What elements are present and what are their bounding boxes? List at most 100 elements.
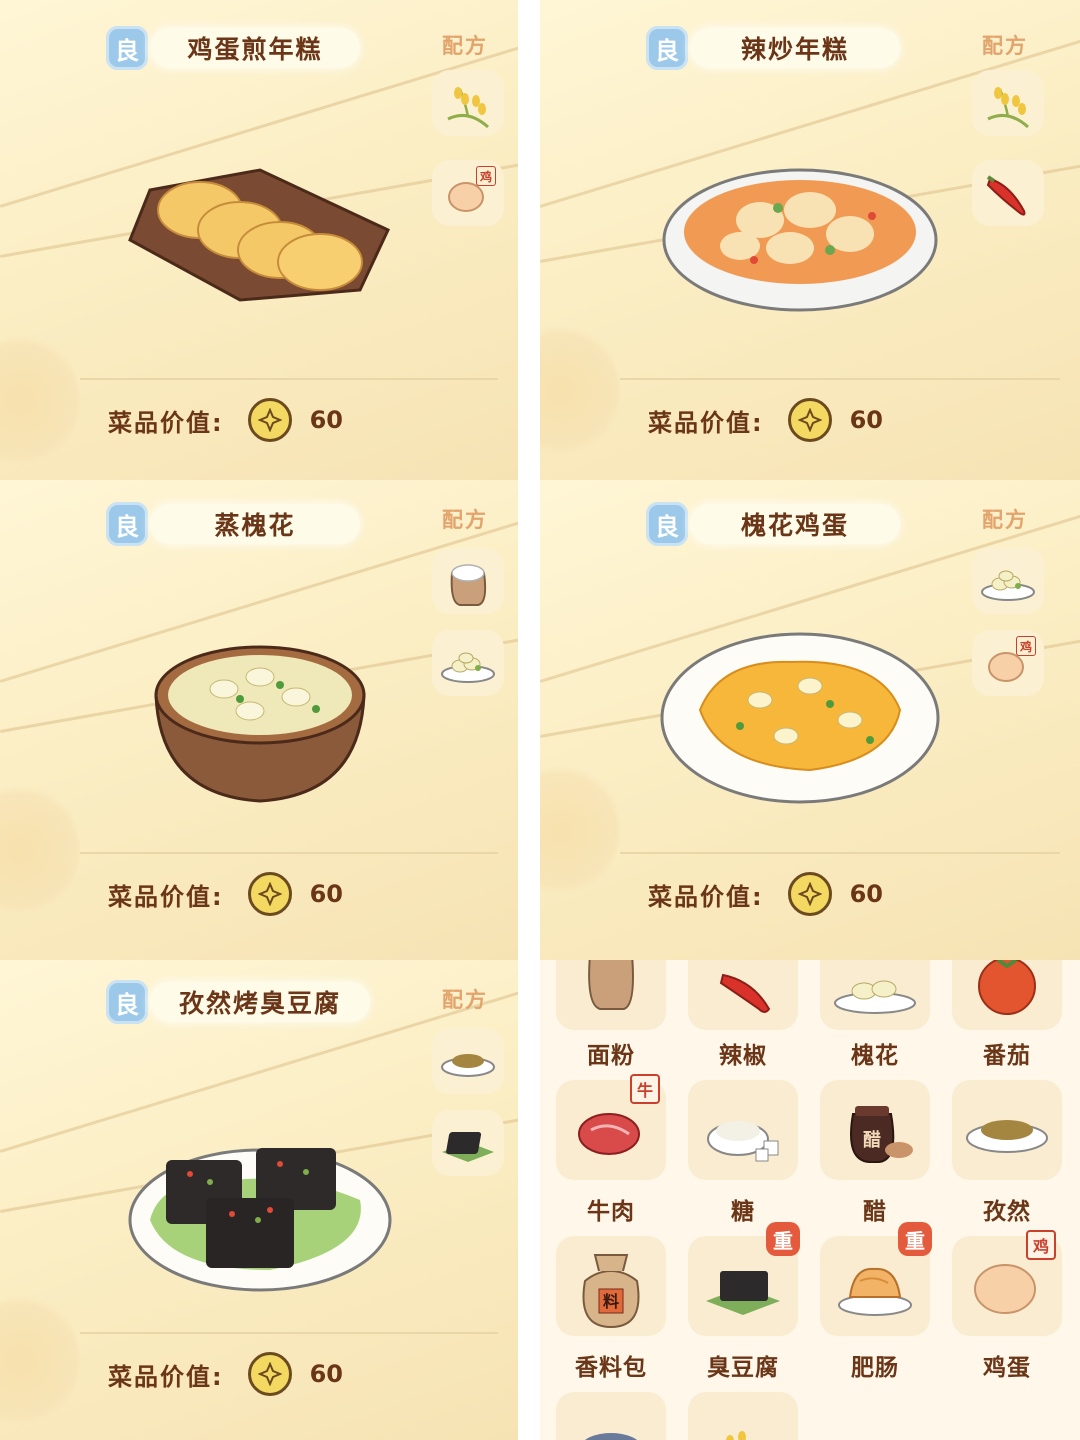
- background-sunlight: [0, 780, 80, 920]
- ingredient-cell-partial[interactable]: [688, 1392, 798, 1440]
- rice-stalk-icon: [447, 87, 490, 129]
- coin-icon: [247, 398, 292, 442]
- ingredient-cell-sugar[interactable]: [688, 1080, 798, 1180]
- ingredient-slot[interactable]: [972, 160, 1044, 226]
- ingredient-label: 槐花: [851, 1043, 899, 1069]
- pork-intestine-icon: [838, 1267, 912, 1316]
- vinegar-jar-label: 醋: [863, 1129, 881, 1151]
- dish-value: 60: [309, 880, 344, 908]
- dish-title: 孜然烤臭豆腐: [150, 982, 370, 1022]
- background-sunlight: [540, 760, 620, 900]
- ingredient-cell-pork-intestine[interactable]: 重: [820, 1222, 932, 1336]
- dish-value-row: 菜品价值: 60: [108, 872, 343, 916]
- dish-value-row: 菜品价值: 60: [108, 398, 343, 442]
- ingredient-grid: 面粉 辣椒 槐花 番茄 牛 牛肉 糖 醋 醋 孜然 料 香料包 重 臭豆腐 重 …: [540, 960, 1080, 1440]
- rice-stalk-icon: [987, 87, 1030, 129]
- cumin-icon: [966, 1120, 1048, 1153]
- dish-title: 蒸槐花: [150, 504, 360, 544]
- beef-tag: 牛: [630, 1074, 660, 1104]
- ingredient-cell-partial[interactable]: [556, 1392, 666, 1440]
- dish-title: 鸡蛋煎年糕: [150, 28, 360, 68]
- ingredient-label: 糖: [731, 1199, 755, 1225]
- spice-bag-icon: 料: [582, 1254, 640, 1329]
- divider: [80, 1332, 498, 1334]
- value-label: 菜品价值:: [648, 408, 764, 437]
- ingredient-slot[interactable]: 鸡: [972, 630, 1044, 696]
- coin-icon: [247, 872, 292, 916]
- dish-value-row: 菜品价值: 60: [648, 872, 883, 916]
- spice-bag-label: 料: [603, 1292, 619, 1311]
- sugar-icon: [707, 1121, 779, 1162]
- dish-image-cumin-stinky-tofu: [128, 1148, 392, 1292]
- background-sunlight: [540, 320, 620, 460]
- divider: [620, 852, 1060, 854]
- dish-card-spicy-rice-cake: 良 辣炒年糕 配方 菜品价值: 60: [540, 0, 1080, 480]
- flour-sack-icon: [450, 564, 487, 606]
- ingredient-cell-vinegar[interactable]: 醋: [820, 1080, 930, 1180]
- value-label: 菜品价值:: [648, 882, 764, 911]
- flour-sack-icon: [588, 960, 634, 1010]
- chicken-tag: 鸡: [1026, 1230, 1056, 1260]
- ingredient-label: 醋: [863, 1199, 887, 1225]
- ingredient-cell-chili[interactable]: [688, 960, 798, 1030]
- bowl-partial-icon: [585, 1433, 637, 1440]
- heavy-tag: 重: [898, 1222, 932, 1256]
- dish-card-cumin-stinky-tofu: 良 孜然烤臭豆腐 配方 菜品价值: 60: [0, 960, 518, 1440]
- ingredient-label: 辣椒: [719, 1043, 767, 1069]
- ingredient-cell-beef[interactable]: 牛: [556, 1074, 666, 1180]
- cumin-icon: [441, 1054, 495, 1077]
- ingredient-cell-cumin[interactable]: [952, 1080, 1062, 1180]
- chili-icon: [719, 973, 771, 1013]
- grade-badge: 良: [646, 26, 688, 70]
- recipe-label: 配方: [442, 508, 488, 532]
- ingredient-slot[interactable]: 鸡: [432, 160, 504, 226]
- dish-image-steamed-locust-flower: [154, 645, 366, 803]
- ingredient-cell-flour[interactable]: [556, 960, 666, 1030]
- dish-value: 60: [849, 406, 884, 434]
- coin-icon: [787, 872, 832, 916]
- ingredient-slot[interactable]: [432, 548, 504, 614]
- ingredient-cell-stinky-tofu[interactable]: 重: [688, 1222, 800, 1336]
- beef-icon: [578, 1113, 640, 1155]
- coin-icon: [247, 1352, 292, 1396]
- recipe-label: 配方: [442, 34, 488, 58]
- ingredient-cell-egg[interactable]: 鸡: [952, 1230, 1062, 1336]
- coin-icon: [787, 398, 832, 442]
- chili-icon: [986, 175, 1026, 216]
- ingredient-label: 臭豆腐: [707, 1355, 779, 1381]
- background-sunlight: [0, 330, 80, 470]
- grade-badge: 良: [106, 26, 148, 70]
- ingredient-cell-tomato[interactable]: [952, 960, 1062, 1030]
- grade-badge: 良: [106, 980, 148, 1024]
- rice-stalk-icon: [726, 1431, 746, 1440]
- divider: [80, 852, 498, 854]
- recipe-label: 配方: [442, 988, 488, 1012]
- ingredient-slot[interactable]: [972, 70, 1044, 136]
- egg-icon: [974, 1264, 1036, 1314]
- dish-value: 60: [309, 406, 344, 434]
- ingredient-label: 面粉: [587, 1043, 635, 1069]
- grade-badge: 良: [106, 502, 148, 546]
- dish-image-spicy-rice-cake: [662, 168, 938, 312]
- dish-card-egg-fried-rice-cake: 良 鸡蛋煎年糕 配方 鸡 菜品价值: 60: [0, 0, 518, 480]
- ingredient-slot[interactable]: [432, 1110, 504, 1176]
- ingredient-slot[interactable]: [432, 1028, 504, 1094]
- dish-title: 辣炒年糕: [690, 28, 900, 68]
- ingredient-cell-locust-flower[interactable]: [820, 960, 930, 1030]
- locust-flower-icon: [981, 570, 1035, 601]
- ingredient-slot[interactable]: [432, 630, 504, 696]
- divider: [80, 378, 498, 380]
- ingredient-cell-spice-bag[interactable]: 料: [556, 1236, 666, 1336]
- background-sunlight: [0, 1290, 80, 1430]
- recipe-label: 配方: [982, 34, 1028, 58]
- locust-flower-icon: [834, 980, 916, 1014]
- ingredient-slot[interactable]: [972, 548, 1044, 614]
- ingredient-label: 番茄: [983, 1043, 1031, 1069]
- value-label: 菜品价值:: [108, 408, 224, 437]
- dish-card-steamed-locust-flower: 良 蒸槐花 配方 菜品价值: 60: [0, 480, 518, 960]
- dish-value-row: 菜品价值: 60: [108, 1352, 343, 1396]
- ingredient-slot[interactable]: [432, 70, 504, 136]
- dish-image-locust-flower-egg: [660, 632, 940, 804]
- tomato-icon: [978, 960, 1036, 1015]
- ingredient-label: 鸡蛋: [983, 1355, 1031, 1381]
